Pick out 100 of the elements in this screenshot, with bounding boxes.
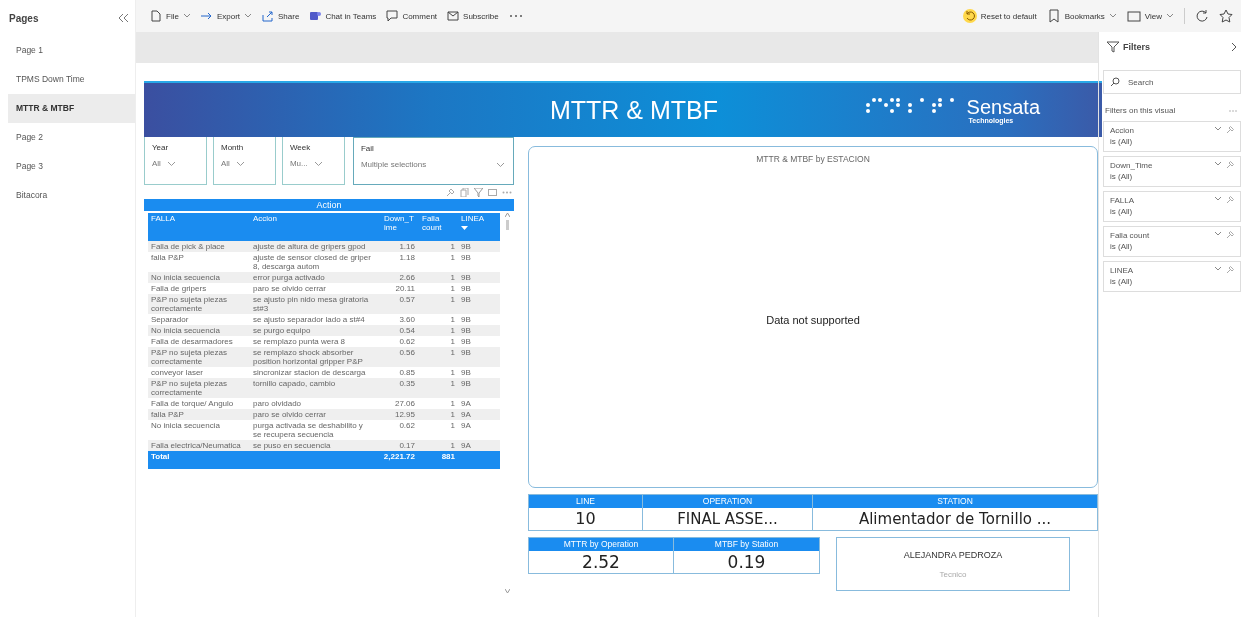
table-cell-text: 9B <box>460 336 472 347</box>
table-title: Action <box>144 199 514 211</box>
table-cell-text: 9B <box>460 378 472 390</box>
teams-button[interactable]: Chat in Teams <box>309 8 377 24</box>
file-button[interactable]: File <box>150 8 191 24</box>
table-cell-text: 1 <box>449 325 456 336</box>
filter-icon[interactable] <box>474 187 483 197</box>
comment-button[interactable]: Comment <box>386 8 438 24</box>
table-cell-text: paro se olvido cerrar <box>252 283 327 294</box>
filter-field: Falla count <box>1110 231 1210 240</box>
expand-icon[interactable] <box>1231 42 1237 52</box>
star-icon[interactable] <box>1219 9 1233 23</box>
table-cell-text: 1 <box>449 314 456 325</box>
page-tab[interactable]: Bitacora <box>8 181 135 210</box>
pin-icon[interactable] <box>446 187 455 197</box>
table-cell-text: 1 <box>449 398 456 409</box>
filter-field: FALLA <box>1110 196 1210 205</box>
table-cell-text: error purga activado <box>252 272 326 283</box>
subscribe-button[interactable]: Subscribe <box>447 8 499 24</box>
filter-field: Down_Time <box>1110 161 1210 170</box>
table-cell-text: 1 <box>449 336 456 347</box>
filter-field: Accion <box>1110 126 1210 135</box>
table-cell-text: Separador <box>150 314 190 325</box>
copy-icon[interactable] <box>460 187 469 197</box>
card-label: STATION <box>813 495 1097 508</box>
table-cell-text: 20.11 <box>394 283 416 294</box>
page-tab[interactable]: Page 3 <box>8 152 135 181</box>
chevron-icon[interactable] <box>1214 126 1222 131</box>
page-tab[interactable]: MTTR & MTBF <box>8 94 135 123</box>
focus-icon[interactable] <box>488 187 497 197</box>
table-cell-text: 0.35 <box>398 378 416 390</box>
filter-condition: is (All) <box>1110 137 1134 146</box>
scroll-down-icon[interactable] <box>504 589 510 593</box>
export-button[interactable]: Export <box>200 8 252 24</box>
section-label: Filters on this visual <box>1105 106 1176 115</box>
more-icon[interactable] <box>508 14 523 18</box>
sort-icon <box>461 226 468 230</box>
slicer-dropdown[interactable]: All <box>220 159 245 168</box>
scroll-up-icon[interactable] <box>504 213 510 217</box>
page-tab[interactable]: Page 1 <box>8 36 135 65</box>
undo-icon <box>962 9 977 23</box>
table-cell-text: 9B <box>460 294 472 306</box>
table-cell-text: se purgo equipo <box>252 325 312 336</box>
scrollbar[interactable] <box>504 213 510 593</box>
table-cell-text: Falla de gripers <box>150 283 208 294</box>
table-cell-text: se remplazo punta wera 8 <box>252 336 347 347</box>
table-cell-text: 9B <box>460 347 472 359</box>
share-icon <box>262 10 274 22</box>
table-cell-text: 9B <box>460 272 472 283</box>
table-cell-text: 1 <box>449 283 456 294</box>
refresh-icon[interactable] <box>1195 9 1209 23</box>
chevron-icon[interactable] <box>1214 266 1222 271</box>
filter-card[interactable]: Falla count is (All) <box>1103 226 1241 257</box>
table-cell-text: 1 <box>449 347 456 359</box>
total-cell-text: 881 <box>440 451 456 463</box>
filter-card[interactable]: LINEA is (All) <box>1103 261 1241 292</box>
collapse-icon[interactable] <box>117 13 129 23</box>
eraser-icon[interactable] <box>1226 231 1234 239</box>
table-cell-text: 1 <box>449 252 456 264</box>
chart-title: MTTR & MTBF by ESTACION <box>756 154 870 164</box>
page-tab[interactable]: TPMS Down Time <box>8 65 135 94</box>
view-button[interactable]: View <box>1126 7 1174 25</box>
filter-card[interactable]: Down_Time is (All) <box>1103 156 1241 187</box>
company-logo-text: Sensata <box>966 96 1040 117</box>
share-button[interactable]: Share <box>262 8 300 24</box>
bookmark-button[interactable]: Bookmarks <box>1046 7 1117 25</box>
table-cell-text: 0.56 <box>398 347 416 359</box>
slicer-dropdown[interactable]: Mu... <box>289 159 323 168</box>
table-cell-text: se ajusto separador lado a st#4 <box>252 314 366 325</box>
chevron-icon[interactable] <box>1214 161 1222 166</box>
filter-card[interactable]: Accion is (All) <box>1103 121 1241 152</box>
more-icon[interactable] <box>502 190 512 194</box>
eraser-icon[interactable] <box>1226 161 1234 169</box>
table-cell-text: P&P no sujeta piezas correctamente <box>150 294 228 314</box>
slicer-dropdown[interactable]: All <box>152 159 176 168</box>
eraser-icon[interactable] <box>1226 126 1234 134</box>
search-field[interactable]: Search <box>1103 70 1241 94</box>
slicer-dropdown[interactable]: Multiple selections <box>360 160 505 169</box>
table-cell-text: falla P&P <box>150 409 185 420</box>
filter-card[interactable]: FALLA is (All) <box>1103 191 1241 222</box>
filter-field: LINEA <box>1110 266 1210 275</box>
eraser-icon[interactable] <box>1226 196 1234 204</box>
table-cell-text: No inicia secuencia <box>150 325 221 336</box>
reset-button[interactable]: Reset to default <box>962 7 1037 25</box>
page-tab[interactable]: Page 2 <box>8 123 135 152</box>
table-cell-text: No inicia secuencia <box>150 272 221 283</box>
chevron-icon <box>235 160 245 167</box>
slicer-label: Month <box>220 143 245 152</box>
export-icon <box>200 10 213 22</box>
chevron-icon[interactable] <box>1214 196 1222 201</box>
table-cell-text: 1 <box>449 294 456 306</box>
table-cell-text: 9A <box>460 420 472 432</box>
table-cell-text: No inicia secuencia <box>150 420 221 432</box>
bookmark-icon <box>1046 9 1061 23</box>
slicer-label: Week <box>289 143 312 152</box>
filter-condition: is (All) <box>1110 277 1134 286</box>
chevron-icon[interactable] <box>1214 231 1222 236</box>
table-cell-text: 9A <box>460 440 472 451</box>
filter-icon <box>1107 41 1119 53</box>
eraser-icon[interactable] <box>1226 266 1234 274</box>
